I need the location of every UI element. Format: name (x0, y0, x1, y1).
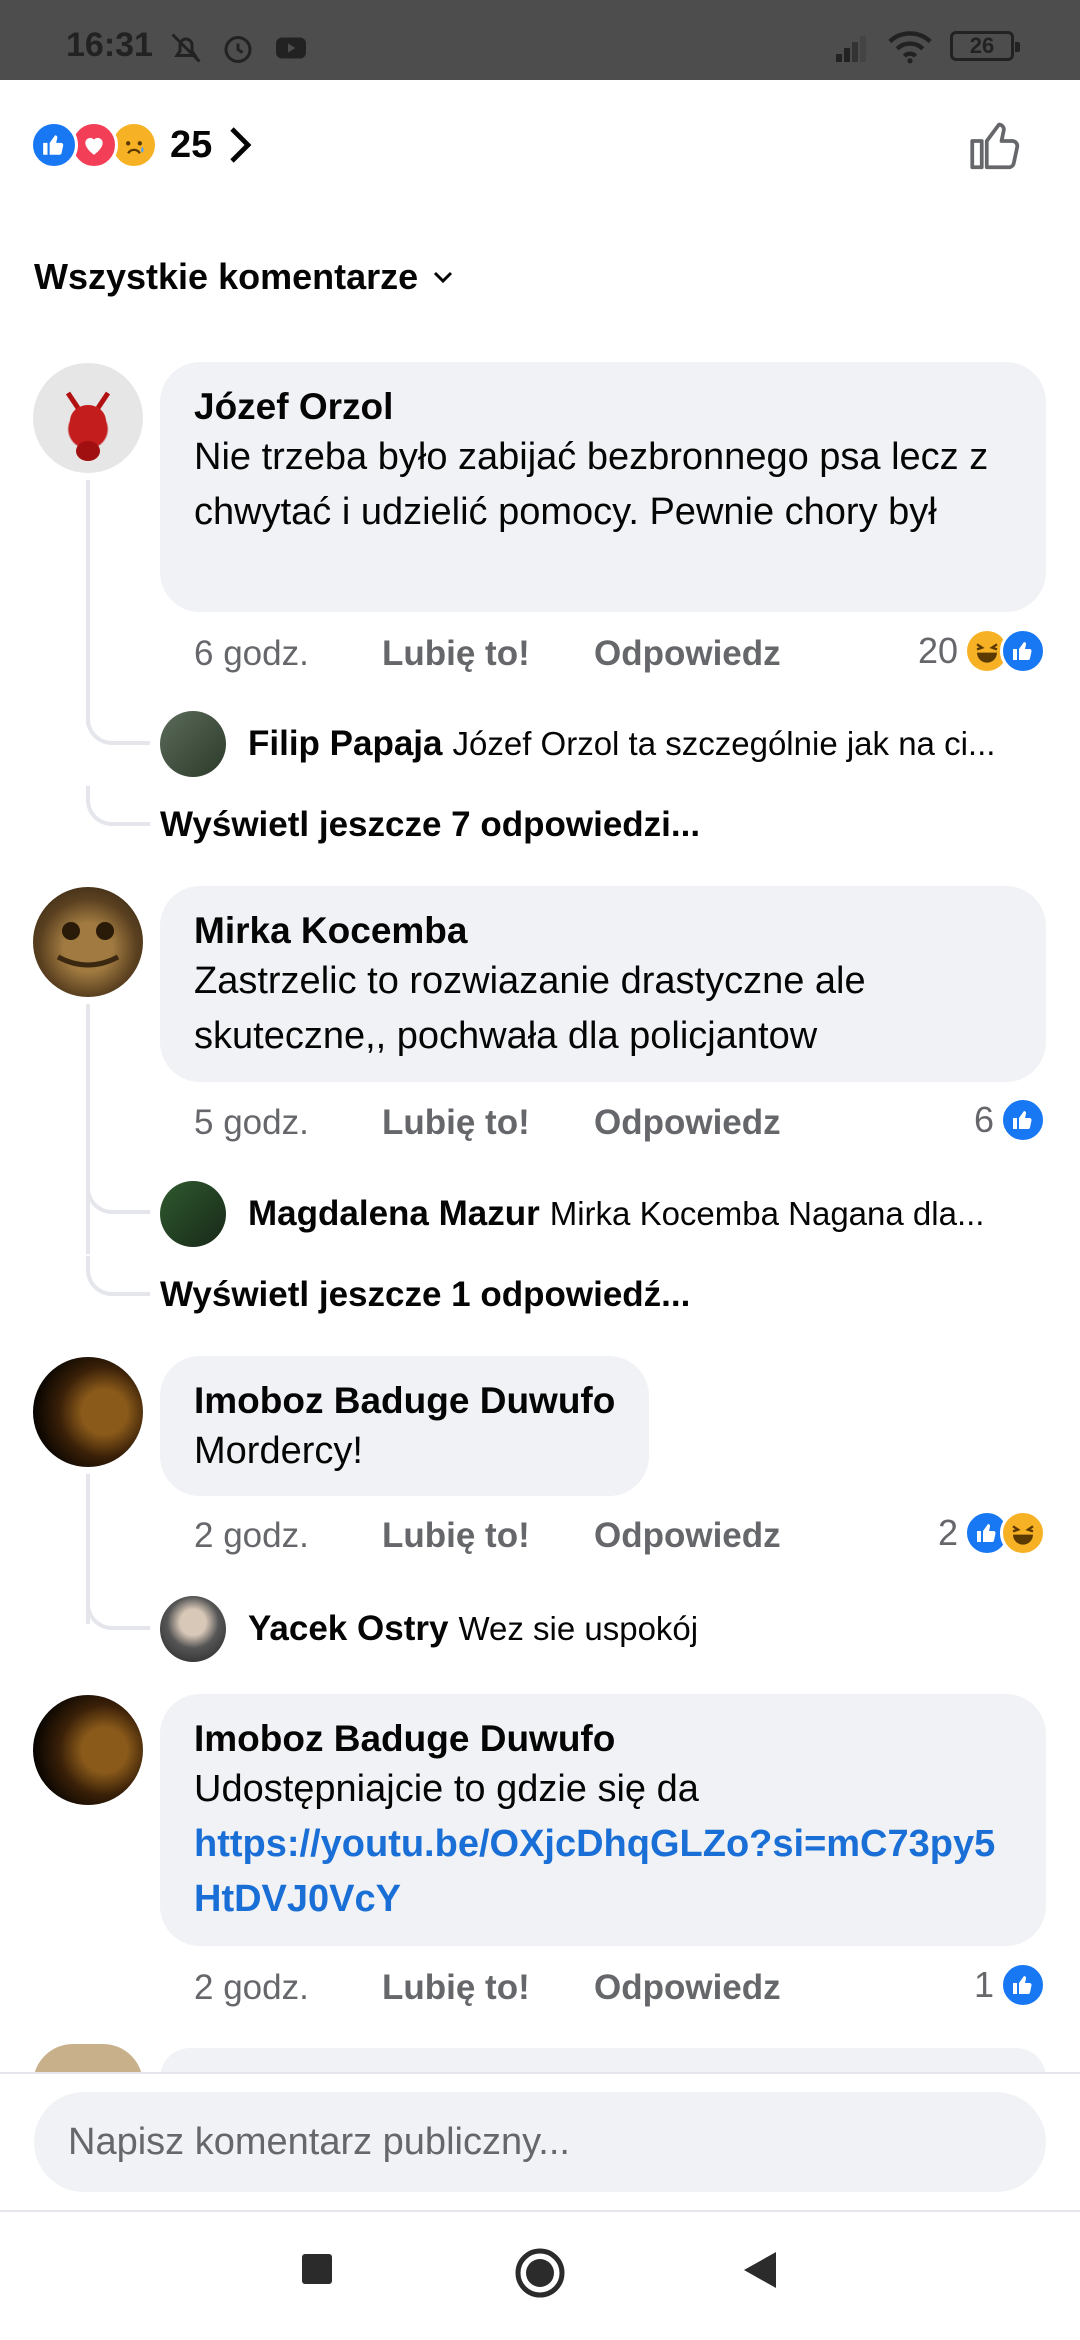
reply-author: Filip Papaja (248, 724, 443, 763)
battery-indicator: 26 (950, 31, 1020, 61)
comment-reaction-count: 1 (973, 1964, 994, 2005)
comment-text: Nie trzeba było zabijać bezbronnego psa … (194, 436, 989, 533)
reply-button[interactable]: Odpowiedz (594, 1103, 781, 1143)
comment-link[interactable]: https://youtu.be/OXjcDhqGLZo?si=mC73py5H… (194, 1823, 995, 1920)
reactions-summary[interactable]: 25 (30, 118, 252, 172)
thread-branch (86, 1590, 150, 1630)
thread-branch (86, 786, 150, 826)
like-icon (1000, 1097, 1046, 1143)
like-button[interactable]: Lubię to! (382, 1103, 594, 1143)
mute-bell-icon (171, 33, 201, 63)
reply-preview[interactable]: Yacek Ostry Wez sie uspokój (248, 1609, 1048, 1649)
like-icon (1000, 1962, 1046, 2008)
haha-icon (1000, 1510, 1046, 1556)
filter-label: Wszystkie komentarze (34, 256, 419, 297)
comment-reactions[interactable]: 6 (974, 1097, 1046, 1143)
back-button-icon[interactable] (742, 2250, 778, 2290)
comment-time[interactable]: 2 godz. (194, 1516, 382, 1556)
like-post-icon[interactable] (966, 116, 1026, 176)
avatar[interactable] (160, 711, 226, 777)
reply-preview[interactable]: Magdalena Mazur Mirka Kocemba Nagana dla.… (248, 1194, 1048, 1234)
status-time: 16:31 (66, 26, 153, 64)
avatar[interactable] (160, 1596, 226, 1662)
avatar[interactable] (160, 1181, 226, 1247)
comment-author[interactable]: Józef Orzol (194, 384, 1012, 430)
wifi-icon (888, 31, 932, 64)
reply-text: Mirka Kocemba Nagana dla... (549, 1195, 985, 1232)
comment-author[interactable]: Imoboz Baduge Duwufo (194, 1378, 615, 1424)
comment-actions: 6 godz. Lubię to! Odpowiedz (194, 634, 781, 674)
signal-icon (836, 36, 866, 62)
comment-time[interactable]: 6 godz. (194, 634, 382, 674)
comment-text: Mordercy! (194, 1430, 363, 1472)
avatar[interactable] (33, 1695, 143, 1805)
like-button[interactable]: Lubię to! (382, 1516, 594, 1556)
recents-button-icon[interactable] (300, 2252, 334, 2286)
youtube-icon (276, 37, 306, 59)
like-icon (30, 121, 78, 169)
view-more-replies[interactable]: Wyświetl jeszcze 1 odpowiedź... (160, 1275, 690, 1315)
comment-text: Zastrzelic to rozwiazanie drastyczne ale… (194, 960, 866, 1057)
reply-preview[interactable]: Filip Papaja Józef Orzol ta szczególnie j… (248, 724, 1048, 764)
comment-reactions[interactable]: 20 (918, 628, 1046, 674)
comment-bubble[interactable]: Mirka Kocemba Zastrzelic to rozwiazanie … (160, 886, 1046, 1082)
thread-branch (86, 1174, 150, 1214)
comment-time[interactable]: 5 godz. (194, 1103, 382, 1143)
home-button-icon[interactable] (514, 2247, 566, 2299)
chevron-down-icon (434, 271, 453, 284)
comment-bubble[interactable]: Imoboz Baduge Duwufo Mordercy! (160, 1356, 650, 1496)
reply-button[interactable]: Odpowiedz (594, 1516, 781, 1556)
reply-text: Wez sie uspokój (458, 1610, 699, 1647)
comment-author[interactable]: Mirka Kocemba (194, 908, 1012, 954)
alarm-icon (224, 36, 252, 63)
comment-input[interactable] (34, 2092, 1046, 2192)
reply-button[interactable]: Odpowiedz (594, 634, 781, 674)
comment-actions: 2 godz. Lubię to! Odpowiedz (194, 1516, 781, 1556)
like-button[interactable]: Lubię to! (382, 1968, 594, 2008)
like-button[interactable]: Lubię to! (382, 634, 594, 674)
reaction-count: 25 (170, 123, 213, 166)
avatar[interactable] (33, 363, 143, 473)
comment-bubble[interactable]: Imoboz Baduge Duwufo Udostępniajcie to g… (160, 1694, 1046, 1946)
reply-author: Magdalena Mazur (248, 1194, 540, 1233)
comment-actions: 5 godz. Lubię to! Odpowiedz (194, 1103, 781, 1143)
comment-text: Udostępniajcie to gdzie się da (194, 1768, 699, 1810)
comment-reactions[interactable]: 2 (938, 1510, 1046, 1556)
comment-actions: 2 godz. Lubię to! Odpowiedz (194, 1968, 781, 2008)
system-navigation-bar (0, 2212, 1080, 2340)
comment-reaction-count: 6 (973, 1099, 994, 1140)
avatar[interactable] (33, 887, 143, 997)
comment-bubble[interactable]: Józef Orzol Nie trzeba było zabijać bezb… (160, 362, 1046, 612)
thread-line (86, 480, 90, 725)
thread-branch (86, 705, 150, 745)
reply-text: Józef Orzol ta szczególnie jak na ci... (452, 725, 996, 762)
thread-branch (86, 1256, 150, 1296)
status-bar: 16:31 26 (0, 0, 1080, 80)
like-icon (1000, 628, 1046, 674)
chevron-right-icon (230, 127, 252, 163)
thread-line (86, 1004, 90, 1254)
reply-button[interactable]: Odpowiedz (594, 1968, 781, 2008)
comment-filter-dropdown[interactable]: Wszystkie komentarze (34, 256, 454, 298)
comment-author[interactable]: Imoboz Baduge Duwufo (194, 1716, 1012, 1762)
comment-reaction-count: 20 (917, 630, 958, 671)
reply-author: Yacek Ostry (248, 1609, 449, 1648)
comment-reactions[interactable]: 1 (974, 1962, 1046, 2008)
comment-composer (0, 2072, 1080, 2212)
avatar[interactable] (33, 1357, 143, 1467)
comment-time[interactable]: 2 godz. (194, 1968, 382, 2008)
view-more-replies[interactable]: Wyświetl jeszcze 7 odpowiedzi... (160, 805, 700, 845)
comment-reaction-count: 2 (937, 1512, 958, 1553)
